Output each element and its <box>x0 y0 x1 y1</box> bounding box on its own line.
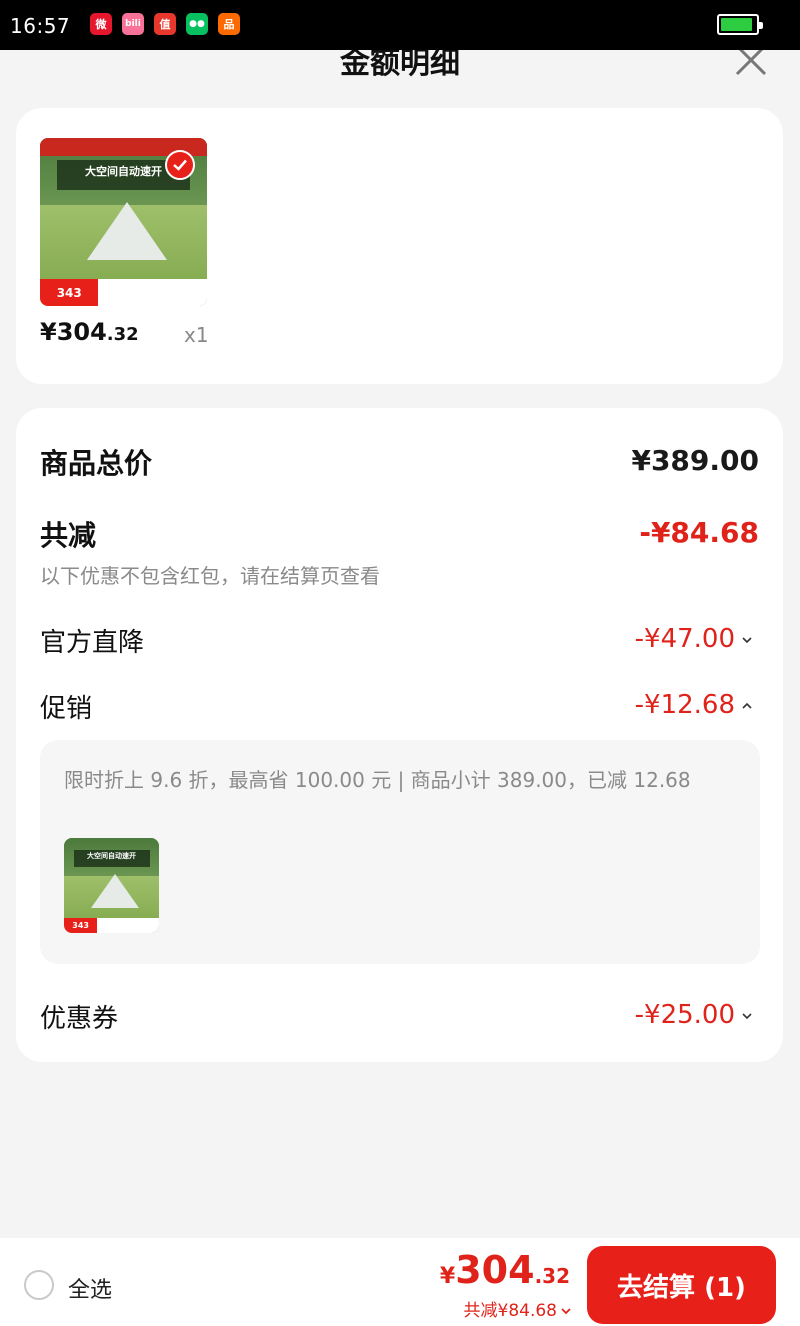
checkout-button[interactable]: 去结算 (1) <box>587 1246 776 1324</box>
status-time: 16:57 <box>10 14 71 38</box>
product-price: ¥304.32 <box>40 318 139 346</box>
total-currency: ¥ <box>439 1264 456 1289</box>
promo-product-image[interactable]: 大空间自动速开 343 <box>64 838 159 933</box>
image-price-tag: 343 <box>40 279 99 306</box>
promo-value: -¥12.68 <box>634 690 735 720</box>
battery-cap <box>759 22 763 29</box>
product-price-int: ¥304 <box>40 318 107 346</box>
saving-toggle[interactable]: 共减¥84.68 <box>464 1296 572 1321</box>
select-all-label[interactable]: 全选 <box>68 1272 112 1304</box>
product-quantity: x1 <box>184 323 209 347</box>
battery-icon <box>717 14 763 35</box>
weibo-icon: 微 <box>90 13 112 35</box>
select-all-radio[interactable] <box>24 1270 54 1300</box>
battery-fill <box>721 18 752 31</box>
total-price: ¥304.32 <box>440 1248 570 1292</box>
checkout-bar: 全选 ¥304.32 共减¥84.68 去结算 (1) <box>0 1238 800 1326</box>
chevron-down-icon <box>561 1308 571 1315</box>
total-dec: .32 <box>534 1264 570 1288</box>
chevron-down-icon <box>742 1012 752 1019</box>
coupon-label: 优惠券 <box>40 1004 119 1034</box>
promo-row-toggle[interactable]: -¥12.68 <box>635 690 753 720</box>
promo-description: 限时折上 9.6 折，最高省 100.00 元 | 商品小计 389.00，已减… <box>64 768 691 792</box>
app-icon: 品 <box>218 13 240 35</box>
promo-detail-box: 限时折上 9.6 折，最高省 100.00 元 | 商品小计 389.00，已减… <box>40 740 760 964</box>
official-value: -¥47.00 <box>634 624 735 654</box>
coupon-value: -¥25.00 <box>634 1000 735 1030</box>
status-bar: 16:57 微 bili 值 ●● 品 <box>0 0 800 50</box>
tent-shape <box>90 874 139 909</box>
image-price-tag: 343 <box>64 917 98 933</box>
chevron-down-icon <box>742 636 752 643</box>
notification-icons: 微 bili 值 ●● 品 <box>90 13 240 35</box>
tent-shape <box>86 201 167 260</box>
wechat-icon: ●● <box>186 13 208 35</box>
product-image[interactable]: 大空间自动速开 343 <box>40 138 207 306</box>
bilibili-icon: bili <box>122 13 144 35</box>
reduce-label: 共减 <box>40 519 97 552</box>
reduce-value: -¥84.68 <box>639 516 759 549</box>
saving-text: 共减¥84.68 <box>463 1301 557 1321</box>
discount-hint: 以下优惠不包含红包，请在结算页查看 <box>40 564 380 588</box>
zhide-icon: 值 <box>154 13 176 35</box>
detail-card: 商品总价 ¥389.00 共减 -¥84.68 以下优惠不包含红包，请在结算页查… <box>16 408 783 1062</box>
image-banner: 大空间自动速开 <box>73 850 150 868</box>
total-value: ¥389.00 <box>631 444 759 477</box>
product-card: 大空间自动速开 343 ¥304.32 x1 <box>16 108 783 384</box>
product-price-dec: .32 <box>106 324 139 345</box>
chevron-up-icon <box>742 702 752 709</box>
promo-label: 促销 <box>40 694 93 724</box>
total-label: 商品总价 <box>40 447 153 480</box>
coupon-row-toggle[interactable]: -¥25.00 <box>635 1000 753 1030</box>
check-icon <box>165 150 195 180</box>
total-int: 304 <box>455 1248 535 1292</box>
official-label: 官方直降 <box>40 628 145 658</box>
official-row-toggle[interactable]: -¥47.00 <box>635 624 753 654</box>
